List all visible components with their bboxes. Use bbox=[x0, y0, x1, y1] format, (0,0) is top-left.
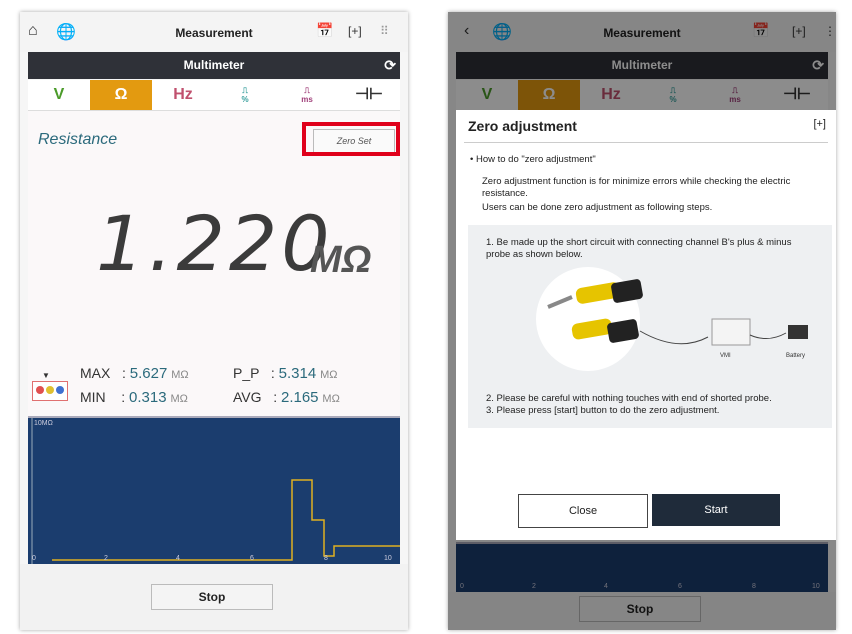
calendar-icon[interactable]: 📅 bbox=[316, 22, 333, 39]
zero-adjustment-screen: ‹ 🌐 Measurement 📅 [+] ⋮ Multimeter ⟳ V Ω… bbox=[448, 12, 836, 630]
dialog-title: Zero adjustment bbox=[468, 118, 577, 134]
intro-line-1: Zero adjustment function is for minimize… bbox=[482, 176, 791, 187]
x-tick: 4 bbox=[176, 555, 180, 562]
grid-icon[interactable]: ⠿ bbox=[380, 24, 389, 38]
step-3: 3. Please press [start] button to do the… bbox=[486, 405, 720, 416]
x-tick: 8 bbox=[324, 555, 328, 562]
tab-frequency[interactable]: Hz bbox=[152, 80, 214, 110]
multimeter-header: Multimeter ⟳ bbox=[28, 52, 400, 79]
stat-pp-sep: : bbox=[270, 365, 275, 381]
dialog-bullet-text: How to do "zero adjustment" bbox=[475, 154, 596, 165]
trend-line bbox=[52, 479, 400, 561]
tab-duty-label: % bbox=[241, 94, 249, 104]
channel-select-icon[interactable] bbox=[32, 381, 68, 401]
capture-icon[interactable]: [+] bbox=[813, 118, 826, 130]
stat-max: MAX : 5.627 MΩ bbox=[80, 365, 189, 382]
main-reading: 1.220 bbox=[96, 199, 334, 288]
top-bar: ⌂ 🌐 Measurement 📅 [+] ⠿ bbox=[20, 12, 408, 52]
stat-min-unit: MΩ bbox=[170, 393, 188, 405]
step-2: 2. Please be careful with nothing touche… bbox=[486, 393, 772, 404]
trend-graph: 10MΩ 0 2 4 6 8 10 bbox=[28, 416, 400, 566]
channel-b-dot-icon bbox=[46, 386, 54, 394]
channel-a-dot-icon bbox=[36, 386, 44, 394]
stat-pp-label: P_P bbox=[233, 365, 260, 381]
dropdown-arrow-icon: ▼ bbox=[42, 371, 50, 380]
capture-icon[interactable]: [+] bbox=[348, 24, 362, 38]
stat-avg-unit: MΩ bbox=[322, 393, 340, 405]
mode-tabs: V Ω Hz ⎍% ⎍ ms ⊣⊢ bbox=[28, 80, 400, 111]
stat-min-value: 0.313 bbox=[129, 389, 167, 406]
multimeter-title: Multimeter bbox=[183, 58, 245, 72]
main-unit: MΩ bbox=[310, 239, 372, 281]
stat-max-value: 5.627 bbox=[129, 365, 168, 382]
stat-avg-value: 2.165 bbox=[280, 389, 319, 406]
tab-resistance-label: Ω bbox=[114, 86, 128, 103]
battery-icon bbox=[788, 325, 808, 339]
x-tick: 6 bbox=[250, 555, 254, 562]
stat-avg-label: AVG bbox=[233, 389, 262, 405]
short-circuit-illustration: VMI Battery bbox=[536, 267, 808, 371]
tab-frequency-label: Hz bbox=[173, 86, 193, 103]
x-tick: 2 bbox=[104, 555, 108, 562]
intro-line-3: Users can be done zero adjustment as fol… bbox=[482, 202, 713, 213]
tab-capacitance-label: ⊣⊢ bbox=[355, 86, 383, 103]
stop-button[interactable]: Stop bbox=[151, 584, 273, 610]
tab-duty[interactable]: ⎍% bbox=[214, 80, 276, 110]
step-1-line-1: 1. Be made up the short circuit with con… bbox=[486, 237, 792, 248]
channel-c-dot-icon bbox=[56, 386, 64, 394]
refresh-icon[interactable]: ⟳ bbox=[384, 52, 396, 79]
tab-resistance[interactable]: Ω bbox=[90, 80, 152, 110]
stat-max-unit: MΩ bbox=[171, 369, 189, 381]
stat-avg: AVG : 2.165 MΩ bbox=[233, 389, 340, 406]
tab-pulse-width[interactable]: ⎍ ms bbox=[276, 80, 338, 110]
dialog-bullet: • How to do "zero adjustment" bbox=[470, 154, 596, 165]
graph-range-label: 10MΩ bbox=[34, 420, 53, 427]
reading-panel: Resistance Zero Set 1.220 MΩ MAX : 5.627… bbox=[28, 111, 400, 416]
mode-label: Resistance bbox=[38, 131, 118, 148]
vmi-device-icon bbox=[711, 318, 751, 346]
battery-cable bbox=[749, 332, 787, 339]
start-button[interactable]: Start bbox=[652, 494, 780, 526]
stat-min: MIN : 0.313 MΩ bbox=[80, 389, 188, 406]
dialog-divider bbox=[464, 142, 828, 143]
probe-cable bbox=[639, 330, 709, 345]
tab-voltage[interactable]: V bbox=[28, 80, 90, 110]
bottom-bar: Stop bbox=[20, 564, 408, 630]
stat-min-label: MIN bbox=[80, 389, 106, 405]
vmi-label: VMI bbox=[720, 353, 731, 359]
tab-voltage-label: V bbox=[53, 86, 65, 103]
battery-label: Battery bbox=[786, 353, 805, 359]
tab-capacitance[interactable]: ⊣⊢ bbox=[338, 80, 400, 110]
stat-avg-sep: : bbox=[273, 389, 278, 405]
zero-set-highlight bbox=[302, 122, 400, 156]
tab-pulse-width-label: ms bbox=[301, 94, 313, 104]
stat-pp-value: 5.314 bbox=[278, 365, 317, 382]
multimeter-screen: ⌂ 🌐 Measurement 📅 [+] ⠿ Multimeter ⟳ V Ω… bbox=[20, 12, 408, 630]
x-tick: 0 bbox=[32, 555, 36, 562]
stat-pp-unit: MΩ bbox=[320, 369, 338, 381]
stat-min-sep: : bbox=[121, 389, 126, 405]
step-1-line-2: probe as shown below. bbox=[486, 249, 583, 260]
stat-max-sep: : bbox=[122, 365, 126, 381]
stat-pp: P_P : 5.314 MΩ bbox=[233, 365, 338, 382]
zero-adjustment-dialog: Zero adjustment [+] • How to do "zero ad… bbox=[456, 110, 836, 540]
stat-max-label: MAX bbox=[80, 365, 111, 381]
instructions-box: 1. Be made up the short circuit with con… bbox=[468, 225, 832, 428]
close-button[interactable]: Close bbox=[518, 494, 648, 528]
trend-graph-svg bbox=[31, 418, 400, 564]
intro-line-2: resistance. bbox=[482, 188, 528, 199]
x-tick: 10 bbox=[384, 555, 392, 562]
